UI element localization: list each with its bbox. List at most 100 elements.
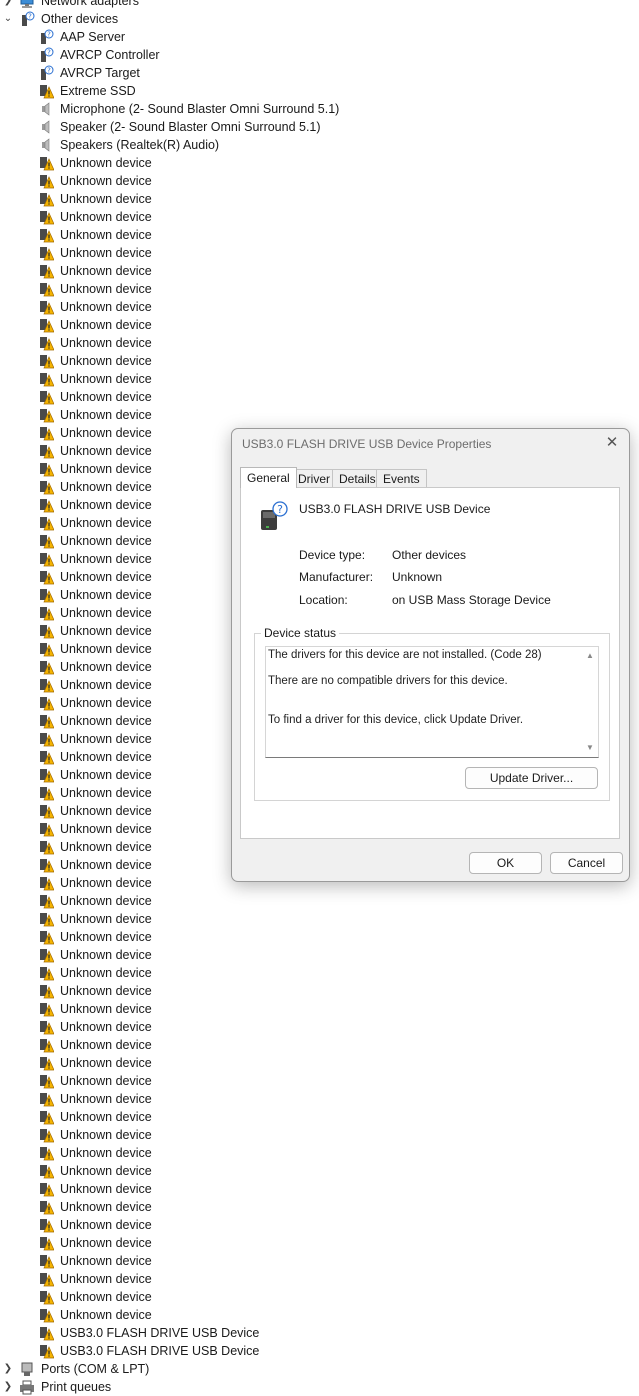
device-item[interactable]: Unknown device xyxy=(0,1216,639,1234)
device-item[interactable]: Unknown device xyxy=(0,1036,639,1054)
category-print-queues[interactable]: ❯ Print queues xyxy=(0,1378,639,1396)
device-item[interactable]: Unknown device xyxy=(0,910,639,928)
device-item[interactable]: Unknown device xyxy=(0,316,639,334)
device-item[interactable]: Unknown device xyxy=(0,1252,639,1270)
device-item-label: Unknown device xyxy=(60,156,152,170)
device-item[interactable]: Unknown device xyxy=(0,982,639,1000)
device-item[interactable]: Unknown device xyxy=(0,964,639,982)
device-item[interactable]: Unknown device xyxy=(0,1126,639,1144)
device-item[interactable]: Unknown device xyxy=(0,1144,639,1162)
device-item[interactable]: Unknown device xyxy=(0,154,639,172)
device-item[interactable]: Unknown device xyxy=(0,226,639,244)
chevron-down-icon[interactable]: ⌄ xyxy=(3,10,13,28)
device-item[interactable]: Unknown device xyxy=(0,892,639,910)
device-item[interactable]: Unknown device xyxy=(0,1306,639,1324)
device-item[interactable]: Extreme SSD xyxy=(0,82,639,100)
warning-device-icon xyxy=(38,1181,54,1197)
device-item[interactable]: Unknown device xyxy=(0,1000,639,1018)
close-icon[interactable]: ✕ xyxy=(604,435,620,451)
device-item[interactable]: Unknown device xyxy=(0,1018,639,1036)
device-item-label: Unknown device xyxy=(60,426,152,440)
tab-events[interactable]: Events xyxy=(376,469,427,487)
device-item[interactable]: Unknown device xyxy=(0,1288,639,1306)
device-item-label: Unknown device xyxy=(60,516,152,530)
device-item[interactable]: ? AVRCP Controller xyxy=(0,46,639,64)
dialog-title: USB3.0 FLASH DRIVE USB Device Properties xyxy=(242,437,492,451)
device-item-label: Speakers (Realtek(R) Audio) xyxy=(60,138,220,152)
cancel-button[interactable]: Cancel xyxy=(550,852,623,874)
chevron-right-icon[interactable]: ❯ xyxy=(3,1360,13,1378)
category-network-adapters[interactable]: ❯ Network adapters xyxy=(0,0,639,10)
warning-device-icon xyxy=(38,317,54,333)
warning-device-icon xyxy=(38,227,54,243)
device-item[interactable]: USB3.0 FLASH DRIVE USB Device xyxy=(0,1324,639,1342)
device-item[interactable]: Unknown device xyxy=(0,1234,639,1252)
warning-device-icon xyxy=(38,1145,54,1161)
scroll-down-icon[interactable]: ▼ xyxy=(585,743,595,753)
device-item[interactable]: Speakers (Realtek(R) Audio) xyxy=(0,136,639,154)
warning-device-icon xyxy=(38,1199,54,1215)
device-item-label: Unknown device xyxy=(60,750,152,764)
category-ports[interactable]: ❯ Ports (COM & LPT) xyxy=(0,1360,639,1378)
device-item[interactable]: Unknown device xyxy=(0,370,639,388)
device-item[interactable]: Unknown device xyxy=(0,262,639,280)
ok-button[interactable]: OK xyxy=(469,852,542,874)
warning-device-icon xyxy=(38,983,54,999)
device-item[interactable]: Unknown device xyxy=(0,928,639,946)
device-item[interactable]: ? AVRCP Target xyxy=(0,64,639,82)
device-item[interactable]: Unknown device xyxy=(0,208,639,226)
scroll-up-icon[interactable]: ▲ xyxy=(585,651,595,661)
device-item-label: Unknown device xyxy=(60,264,152,278)
device-item-label: Unknown device xyxy=(60,1182,152,1196)
warning-device-icon xyxy=(38,569,54,585)
warning-device-icon xyxy=(38,839,54,855)
device-item-label: Unknown device xyxy=(60,498,152,512)
warning-device-icon xyxy=(38,245,54,261)
device-item[interactable]: Unknown device xyxy=(0,298,639,316)
device-item[interactable]: Unknown device xyxy=(0,1054,639,1072)
device-item[interactable]: Unknown device xyxy=(0,352,639,370)
update-driver-button[interactable]: Update Driver... xyxy=(465,767,598,789)
device-item-label: Unknown device xyxy=(60,786,152,800)
device-item[interactable]: Unknown device xyxy=(0,406,639,424)
device-item[interactable]: Unknown device xyxy=(0,1072,639,1090)
category-other-devices[interactable]: ⌄ ? Other devices xyxy=(0,10,639,28)
warning-device-icon xyxy=(38,389,54,405)
device-item[interactable]: Unknown device xyxy=(0,1162,639,1180)
device-item[interactable]: Unknown device xyxy=(0,244,639,262)
device-item[interactable]: Unknown device xyxy=(0,334,639,352)
device-item[interactable]: Unknown device xyxy=(0,1198,639,1216)
device-item[interactable]: ? AAP Server xyxy=(0,28,639,46)
device-item-label: Unknown device xyxy=(60,1272,152,1286)
device-item[interactable]: Unknown device xyxy=(0,1270,639,1288)
device-item[interactable]: Unknown device xyxy=(0,1090,639,1108)
tab-driver[interactable]: Driver xyxy=(291,469,337,487)
device-item[interactable]: Unknown device xyxy=(0,946,639,964)
device-item[interactable]: USB3.0 FLASH DRIVE USB Device xyxy=(0,1342,639,1360)
device-item[interactable]: Unknown device xyxy=(0,1108,639,1126)
device-item[interactable]: Unknown device xyxy=(0,1180,639,1198)
device-item-label: Unknown device xyxy=(60,732,152,746)
device-item-label: Unknown device xyxy=(60,480,152,494)
device-item-label: Unknown device xyxy=(60,642,152,656)
device-item[interactable]: Unknown device xyxy=(0,172,639,190)
device-item-label: Unknown device xyxy=(60,354,152,368)
warning-device-icon xyxy=(38,497,54,513)
category-label: Other devices xyxy=(41,12,119,26)
device-item-label: Unknown device xyxy=(60,1056,152,1070)
device-item[interactable]: Unknown device xyxy=(0,190,639,208)
chevron-right-icon[interactable]: ❯ xyxy=(3,1378,13,1396)
warning-device-icon xyxy=(38,1253,54,1269)
device-status-text[interactable]: The drivers for this device are not inst… xyxy=(265,646,599,758)
tab-general[interactable]: General xyxy=(240,467,297,488)
device-item[interactable]: Microphone (2- Sound Blaster Omni Surrou… xyxy=(0,100,639,118)
device-item-label: Unknown device xyxy=(60,552,152,566)
warning-device-icon xyxy=(38,659,54,675)
device-item-label: Unknown device xyxy=(60,606,152,620)
device-item[interactable]: Unknown device xyxy=(0,280,639,298)
device-item[interactable]: Speaker (2- Sound Blaster Omni Surround … xyxy=(0,118,639,136)
device-item[interactable]: Unknown device xyxy=(0,388,639,406)
warning-device-icon xyxy=(38,1019,54,1035)
warning-device-icon xyxy=(38,533,54,549)
chevron-right-icon[interactable]: ❯ xyxy=(3,0,13,10)
